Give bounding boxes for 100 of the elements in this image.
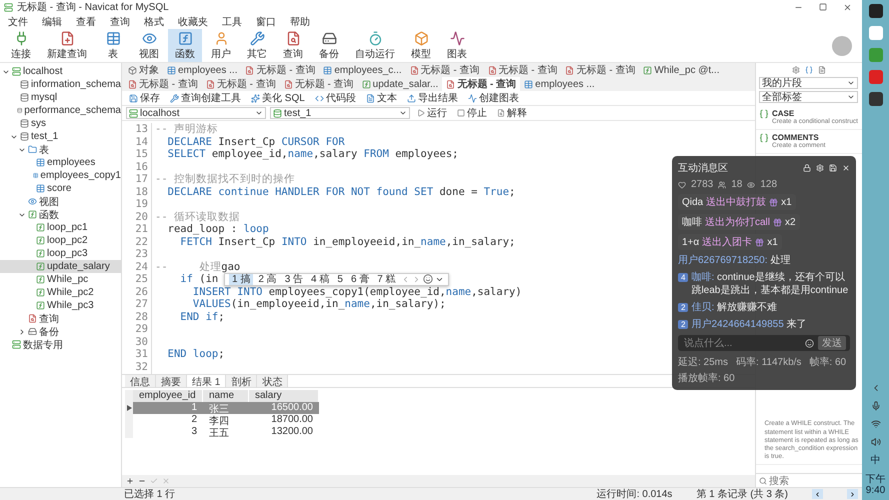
tab[interactable]: 无标题 - 查询: [561, 63, 640, 77]
query-action-button[interactable]: 停止: [454, 106, 490, 120]
toolbar-button[interactable]: 函数: [168, 29, 202, 62]
speaker-icon[interactable]: [870, 437, 880, 447]
snippet-filter-select[interactable]: 我的片段: [759, 77, 858, 89]
query-toolbar-button[interactable]: 查询创建工具: [167, 91, 244, 105]
database-select[interactable]: test_1: [270, 107, 410, 119]
tree-item[interactable]: While_pc3: [0, 299, 121, 312]
result-tab[interactable]: 状态: [257, 375, 288, 387]
save-icon[interactable]: [829, 164, 837, 172]
toolbar-button[interactable]: 图表: [440, 29, 474, 62]
tree-item[interactable]: loop_pc3: [0, 247, 121, 260]
menu-item[interactable]: 工具: [216, 14, 248, 28]
tab[interactable]: 对象: [124, 63, 163, 77]
toolbar-button[interactable]: 备份: [312, 29, 346, 62]
menu-item[interactable]: 窗口: [250, 14, 282, 28]
lock-icon[interactable]: [803, 164, 811, 172]
column-header[interactable]: salary: [249, 390, 319, 402]
menu-item[interactable]: 帮助: [284, 14, 316, 28]
toolbar-button[interactable]: 自动运行: [348, 29, 402, 62]
braces-icon[interactable]: [805, 66, 813, 74]
result-tab[interactable]: 摘要: [156, 375, 187, 387]
tree-item[interactable]: 函数: [0, 208, 121, 221]
tab[interactable]: employees ...: [520, 77, 599, 91]
tab[interactable]: 无标题 - 查询: [406, 63, 484, 77]
result-tab[interactable]: 剖析: [226, 375, 258, 387]
tab[interactable]: 无标题 - 查询: [124, 77, 202, 91]
query-toolbar-button[interactable]: 导出结果: [404, 91, 461, 105]
toolbar-button[interactable]: 表: [96, 29, 130, 62]
chat-input-field[interactable]: 说点什么... 发送: [678, 335, 850, 351]
tree-item[interactable]: 视图: [0, 195, 121, 208]
result-tab[interactable]: 信息: [125, 375, 156, 387]
tree-item[interactable]: 查询: [0, 312, 121, 325]
clock[interactable]: 下午 9:40: [862, 474, 889, 496]
tree-item[interactable]: update_salary: [0, 260, 121, 273]
smile-icon[interactable]: [422, 274, 433, 284]
tree-item[interactable]: 数据专用: [0, 338, 121, 351]
query-toolbar-button[interactable]: 保存: [126, 91, 163, 105]
menu-item[interactable]: 查看: [70, 14, 102, 28]
toolbar-button[interactable]: 其它: [240, 29, 274, 62]
toolbar-button[interactable]: 模型: [404, 29, 438, 62]
ime-candidate[interactable]: 6 膏: [348, 274, 372, 285]
menu-item[interactable]: 查询: [104, 14, 136, 28]
chevron-right-icon[interactable]: [18, 328, 26, 336]
ime-candidate[interactable]: 4 稿: [308, 274, 332, 285]
tab[interactable]: 无标题 - 查询: [484, 63, 562, 77]
ime-candidate[interactable]: 2 高: [255, 274, 280, 285]
microphone-icon[interactable]: [870, 401, 880, 411]
tree-item[interactable]: score: [0, 182, 121, 195]
query-toolbar-button[interactable]: 文本: [362, 91, 400, 105]
ime-candidate[interactable]: 1 搞: [229, 274, 254, 285]
toolbar-button[interactable]: 新建查询: [40, 29, 94, 62]
tab[interactable]: 无标题 - 查询: [280, 77, 358, 91]
tree-item[interactable]: While_pc: [0, 273, 121, 286]
column-header[interactable]: employee_id: [133, 390, 203, 402]
document-icon[interactable]: [818, 66, 826, 74]
column-header[interactable]: name: [203, 390, 249, 402]
tree-item[interactable]: loop_pc2: [0, 234, 121, 247]
settings-icon[interactable]: [792, 66, 800, 74]
menu-item[interactable]: 收藏夹: [172, 14, 214, 28]
tab[interactable]: 无标题 - 查询: [202, 77, 280, 91]
toolbar-button[interactable]: 连接: [4, 29, 38, 62]
tree-item[interactable]: mysql: [0, 91, 121, 104]
tab[interactable]: 无标题 - 查询: [241, 63, 320, 77]
tree-item[interactable]: employees_copy1: [0, 169, 121, 182]
tag-filter-select[interactable]: 全部标签: [759, 91, 858, 103]
tab[interactable]: employees_c...: [319, 63, 406, 77]
ime-candidate[interactable]: 7 糕: [374, 274, 399, 285]
tree-item[interactable]: 备份: [0, 325, 121, 338]
tab[interactable]: 无标题 - 查询: [442, 77, 520, 91]
add-icon[interactable]: [126, 477, 134, 485]
tab[interactable]: employees ...: [163, 63, 242, 77]
query-action-button[interactable]: 解释: [494, 106, 530, 120]
tree-item[interactable]: test_1: [0, 130, 121, 143]
ime-candidate[interactable]: 5: [334, 274, 346, 285]
ime-candidate[interactable]: 3 告: [282, 274, 306, 285]
tree-item[interactable]: information_schema: [0, 78, 121, 91]
check-icon[interactable]: [150, 477, 158, 485]
next-page-button[interactable]: [847, 489, 858, 499]
toolbar-button[interactable]: 查询: [276, 29, 310, 62]
input-method-indicator[interactable]: 中: [862, 455, 889, 466]
toolbar-button[interactable]: 视图: [132, 29, 166, 62]
query-toolbar-button[interactable]: 创建图表: [464, 91, 522, 105]
tree-item[interactable]: performance_schema: [0, 104, 121, 117]
query-toolbar-button[interactable]: 代码段: [312, 91, 359, 105]
query-action-button[interactable]: 运行: [414, 106, 450, 120]
tab[interactable]: While_pc @t...: [639, 63, 724, 77]
wifi-icon[interactable]: [870, 419, 880, 429]
toolbar-button[interactable]: 用户: [204, 29, 238, 62]
tree-item[interactable]: loop_pc1: [0, 221, 121, 234]
tree-item[interactable]: employees: [0, 156, 121, 169]
query-toolbar-button[interactable]: 美化 SQL: [248, 91, 308, 105]
menu-item[interactable]: 编辑: [36, 14, 68, 28]
tree-item[interactable]: localhost: [0, 65, 121, 78]
menu-item[interactable]: 文件: [2, 14, 34, 28]
connection-select[interactable]: localhost: [126, 107, 266, 119]
previous-page-button[interactable]: [812, 489, 823, 499]
send-button[interactable]: 发送: [818, 336, 846, 350]
app-icon[interactable]: [868, 92, 882, 106]
tree-item[interactable]: sys: [0, 117, 121, 130]
